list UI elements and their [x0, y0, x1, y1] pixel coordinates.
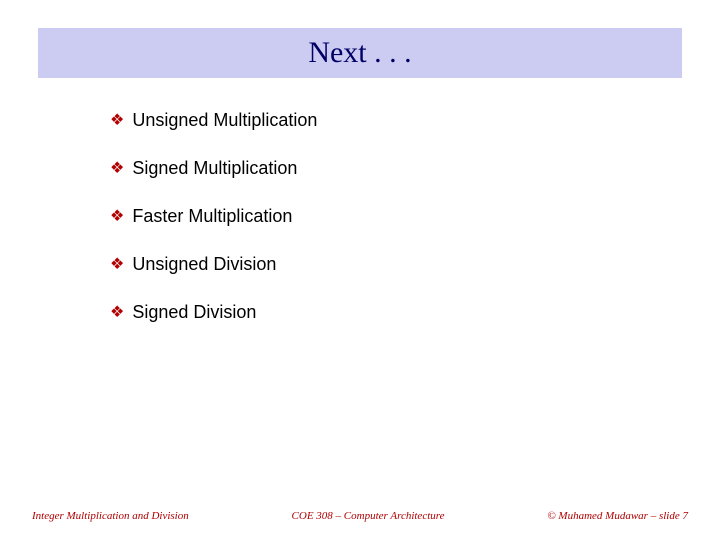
- footer-right: © Muhamed Mudawar – slide 7: [547, 510, 688, 522]
- list-item-label: Faster Multiplication: [132, 206, 292, 227]
- bullet-diamond-icon: ❖: [110, 158, 124, 180]
- bullet-diamond-icon: ❖: [110, 110, 124, 132]
- list-item: ❖ Unsigned Division: [110, 254, 660, 276]
- bullet-diamond-icon: ❖: [110, 302, 124, 324]
- slide-title: Next . . .: [308, 36, 411, 70]
- list-item: ❖ Signed Division: [110, 302, 660, 324]
- footer-center: COE 308 – Computer Architecture: [292, 510, 445, 522]
- content-area: ❖ Unsigned Multiplication ❖ Signed Multi…: [110, 110, 660, 350]
- list-item-label: Unsigned Division: [132, 254, 276, 275]
- list-item: ❖ Faster Multiplication: [110, 206, 660, 228]
- list-item-label: Signed Division: [132, 302, 256, 323]
- bullet-diamond-icon: ❖: [110, 206, 124, 228]
- list-item: ❖ Unsigned Multiplication: [110, 110, 660, 132]
- title-band: Next . . .: [38, 28, 682, 78]
- bullet-diamond-icon: ❖: [110, 254, 124, 276]
- list-item-label: Unsigned Multiplication: [132, 110, 317, 131]
- list-item-label: Signed Multiplication: [132, 158, 297, 179]
- footer-left: Integer Multiplication and Division: [32, 510, 189, 522]
- list-item: ❖ Signed Multiplication: [110, 158, 660, 180]
- footer: Integer Multiplication and Division COE …: [32, 510, 688, 522]
